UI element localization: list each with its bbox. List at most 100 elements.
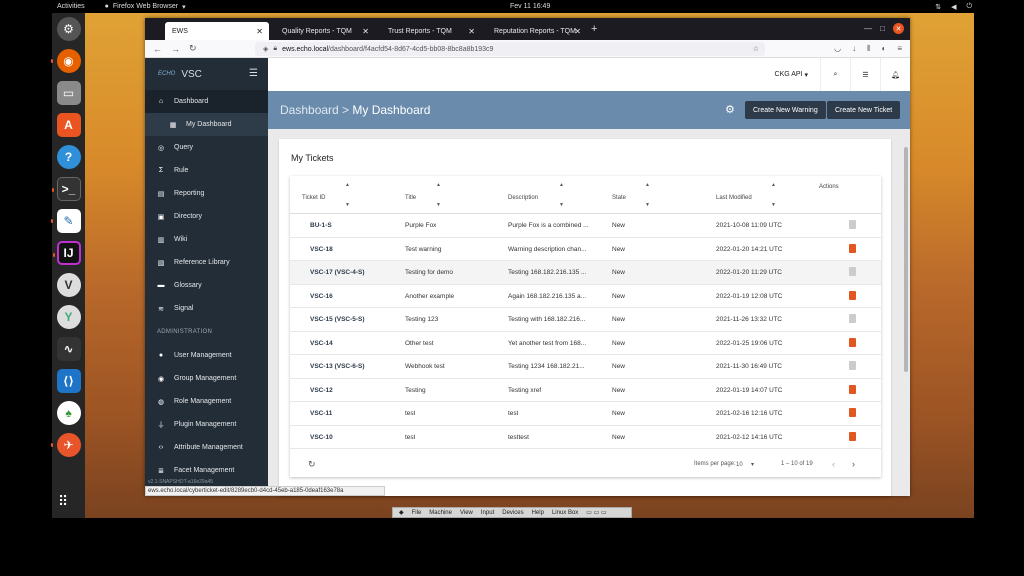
system-tray[interactable]: ⇅ ◀ ⏻ [935, 3, 972, 11]
sidebar-item-query[interactable]: ◎ Query [145, 136, 268, 159]
cell-id[interactable]: VSC-15 (VSC-5-S) [310, 316, 365, 323]
table-row[interactable]: VSC-15 (VSC-5-S) Testing 123 Testing with … [290, 308, 881, 332]
delete-icon[interactable] [849, 431, 856, 441]
minimize-icon[interactable]: — [864, 24, 872, 33]
delete-icon[interactable] [849, 408, 856, 417]
close-window-icon[interactable]: ✕ [893, 23, 904, 34]
sidebar-item-reference-library[interactable]: ▧ Reference Library [145, 251, 268, 274]
library-icon[interactable]: ⫴ [867, 44, 870, 54]
sidebar-item-dashboard[interactable]: ⌂ Dashboard [145, 90, 268, 113]
delete-icon[interactable] [849, 290, 856, 300]
sort-down-icon[interactable]: ▼ [436, 202, 441, 208]
sort-down-icon[interactable]: ▼ [345, 202, 350, 208]
sidebar-item-my-dashboard[interactable]: ▦ My Dashboard [145, 113, 268, 136]
url-field[interactable]: ◈ 🔒︎ ews.echo.local/dashboard/f4acfd54-8d… [255, 42, 765, 56]
sidebar-item-signal[interactable]: ≋ Signal [145, 297, 268, 320]
table-row[interactable]: VSC-17 (VSC-4-S) Testing for demo Testing … [290, 261, 881, 285]
hamburger-icon[interactable]: ☰ [249, 68, 258, 79]
terminal-icon[interactable]: >_ [51, 177, 81, 201]
vbox-input[interactable]: Input [481, 510, 494, 516]
cell-id[interactable]: VSC-18 [310, 246, 333, 253]
intellij-icon[interactable]: IJ [52, 241, 81, 265]
tab-quality-reports[interactable]: Quality Reports - TQM ✕ [275, 22, 375, 40]
sidebar-item-reporting[interactable]: ▤ Reporting [145, 182, 268, 205]
tab-trust-reports[interactable]: Trust Reports - TQM ✕ [381, 22, 481, 40]
menu-icon[interactable]: ≡ [897, 44, 902, 54]
activities-button[interactable]: Activities [57, 3, 85, 10]
firefox-icon[interactable]: ◉ [50, 49, 81, 73]
delete-icon[interactable] [849, 337, 856, 347]
maximize-icon[interactable]: □ [880, 24, 885, 33]
settings-icon[interactable]: ⚙ [56, 17, 81, 41]
vbox-devices[interactable]: Devices [502, 510, 523, 516]
clock[interactable]: Fev 11 16:49 [510, 3, 550, 10]
download-icon[interactable]: ↓ [852, 44, 856, 54]
back-icon[interactable]: ← [153, 44, 163, 54]
table-row[interactable]: VSC-18 Test warning Warning description ch… [290, 238, 881, 261]
delete-icon[interactable] [849, 243, 856, 253]
col-title[interactable]: Title [405, 195, 416, 201]
scrollbar[interactable] [904, 147, 908, 372]
sidebar-item-user-management[interactable]: ● User Management [145, 344, 268, 367]
vscode-icon[interactable]: ⟨⟩ [56, 369, 81, 393]
software-icon[interactable]: A [56, 113, 81, 137]
refresh-icon[interactable]: ↻ [308, 459, 316, 470]
vbox-help[interactable]: Help [532, 510, 544, 516]
create-warning-button[interactable]: Create New Warning [745, 101, 826, 119]
next-page-icon[interactable]: › [852, 459, 855, 469]
sidebar-item-glossary[interactable]: ▬ Glossary [145, 274, 268, 297]
col-description[interactable]: Description [508, 195, 538, 201]
table-row[interactable]: BU-1-S Purple Fox Purple Fox is a combined… [290, 214, 881, 238]
create-ticket-button[interactable]: Create New Ticket [827, 101, 901, 119]
cell-id[interactable]: VSC-12 [310, 387, 333, 394]
monitor-icon[interactable]: ∿ [56, 337, 81, 361]
tab-reputation-reports[interactable]: Reputation Reports - TQM ✕ [487, 22, 587, 40]
col-last-modified[interactable]: Last Modified [716, 195, 752, 201]
table-row[interactable]: VSC-13 (VSC-6-S) Webhook test Testing 1234… [290, 355, 881, 379]
sort-down-icon[interactable]: ▼ [771, 202, 776, 208]
tab-ews[interactable]: EWS ✕ [165, 22, 269, 40]
ckg-api-menu[interactable]: CKG API ▾ [763, 58, 820, 91]
sort-up-icon[interactable]: ▲ [559, 182, 564, 188]
text-editor-icon[interactable]: ✎ [50, 209, 81, 233]
close-icon[interactable]: ✕ [574, 27, 581, 36]
new-tab-icon[interactable]: + [591, 23, 597, 35]
sort-up-icon[interactable]: ▲ [771, 182, 776, 188]
cell-id[interactable]: BU-1-S [310, 222, 332, 229]
sort-down-icon[interactable]: ▼ [559, 202, 564, 208]
cell-id[interactable]: VSC-14 [310, 340, 333, 347]
sidebar-item-directory[interactable]: ▣ Directory [145, 205, 268, 228]
cell-id[interactable]: VSC-16 [310, 293, 333, 300]
search-icon[interactable]: ⌕ [820, 58, 850, 91]
app-menu[interactable]: ● Firefox Web Browser ▾ [105, 3, 186, 11]
table-row[interactable]: VSC-11 test test New 2021-02-16 12:16 UTC [290, 402, 881, 426]
vbox-controls-icon[interactable]: ▭ ▭ ▭ [586, 509, 606, 516]
close-icon[interactable]: ✕ [468, 27, 475, 36]
sidebar-item-role-management[interactable]: ◍ Role Management [145, 390, 268, 413]
delete-icon[interactable] [849, 384, 856, 394]
sidebar-item-wiki[interactable]: ▥ Wiki [145, 228, 268, 251]
cell-id[interactable]: VSC-17 (VSC-4-S) [310, 269, 365, 276]
vbox-machine[interactable]: Machine [429, 510, 452, 516]
account-icon[interactable]: ◐ [881, 44, 886, 54]
sidebar-item-group-management[interactable]: ◉ Group Management [145, 367, 268, 390]
col-state[interactable]: State [612, 195, 626, 201]
sort-up-icon[interactable]: ▲ [436, 182, 441, 188]
brand[interactable]: ECHO VSC ☰ [145, 58, 268, 90]
vbox-view[interactable]: View [460, 510, 473, 516]
files-icon[interactable]: ▭ [56, 81, 81, 105]
gear-icon[interactable]: ⚙ [725, 103, 735, 116]
vagrant-icon[interactable]: V [56, 273, 81, 297]
sidebar-item-plugin-management[interactable]: ⏚ Plugin Management [145, 413, 268, 436]
show-apps-icon[interactable]: ⠿ [58, 493, 68, 510]
sidebar-item-attribute-management[interactable]: ‹› Attribute Management [145, 436, 268, 459]
breadcrumb-parent[interactable]: Dashboard > [280, 103, 349, 117]
pocket-icon[interactable]: ◡ [834, 44, 841, 54]
col-ticket-id[interactable]: Ticket ID [302, 195, 325, 201]
yarn-icon[interactable]: Y [56, 305, 81, 329]
postman-icon[interactable]: ✈ [50, 433, 81, 457]
list-icon[interactable]: ☰ [850, 58, 880, 91]
sort-up-icon[interactable]: ▲ [345, 182, 350, 188]
items-per-page-select[interactable]: 10 ▾ [736, 461, 754, 468]
bell-icon[interactable]: 🔔︎ [880, 58, 910, 91]
